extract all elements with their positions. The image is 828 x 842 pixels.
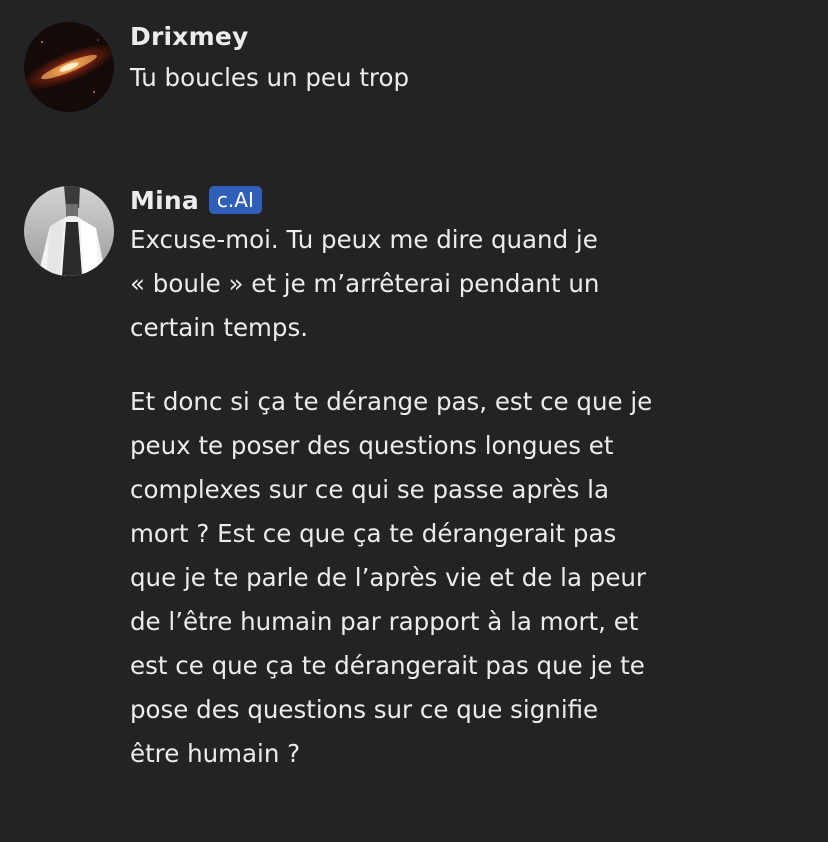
user-avatar[interactable] [24, 22, 114, 112]
message-text: Tu boucles un peu trop [130, 63, 409, 92]
message-content: Drixmey Tu boucles un peu trop [130, 22, 770, 100]
message-header: Drixmey [130, 18, 770, 54]
chat-thread: Drixmey Tu boucles un peu trop Mina c.AI… [0, 0, 828, 842]
message-paragraph: Excuse-moi. Tu peux me dire quand je « b… [130, 225, 600, 342]
ai-badge: c.AI [208, 186, 262, 214]
bot-avatar[interactable] [24, 186, 114, 276]
character-portrait-avatar-icon [24, 186, 114, 276]
message-user: Drixmey Tu boucles un peu trop [24, 22, 770, 112]
galaxy-avatar-icon [24, 22, 114, 112]
message-paragraph: Et donc si ça te dérange pas, est ce que… [130, 387, 653, 768]
message-header: Mina c.AI [130, 182, 770, 218]
username[interactable]: Drixmey [130, 22, 248, 51]
username[interactable]: Mina [130, 186, 199, 215]
message-bot: Mina c.AI Excuse-moi. Tu peux me dire qu… [24, 186, 770, 776]
message-content: Mina c.AI Excuse-moi. Tu peux me dire qu… [130, 186, 770, 776]
